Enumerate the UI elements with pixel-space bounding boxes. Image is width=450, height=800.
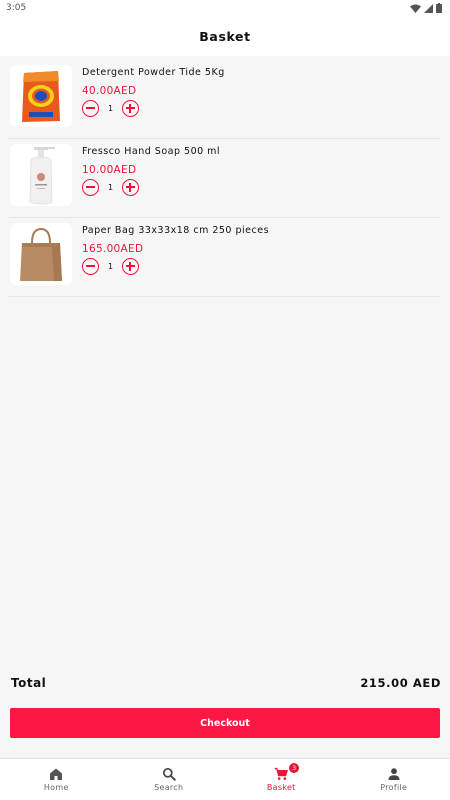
nav-label: Profile bbox=[380, 783, 408, 792]
battery-icon bbox=[436, 3, 442, 13]
increase-quantity-button[interactable] bbox=[122, 258, 139, 275]
decrease-quantity-button[interactable] bbox=[82, 179, 99, 196]
signal-icon bbox=[424, 3, 433, 13]
product-name: Detergent Powder Tide 5Kg bbox=[82, 67, 225, 78]
person-icon bbox=[388, 768, 400, 780]
nav-label: Search bbox=[154, 783, 184, 792]
increase-quantity-button[interactable] bbox=[122, 179, 139, 196]
app-header: Basket bbox=[0, 16, 450, 56]
quantity-value: 1 bbox=[107, 183, 114, 192]
search-icon bbox=[162, 767, 176, 781]
status-time: 3:05 bbox=[6, 3, 27, 13]
cart-icon bbox=[275, 767, 289, 780]
cart-item[interactable]: Fressco Hand Soap 500 ml 10.00AED 1 bbox=[8, 139, 440, 218]
cart-item[interactable]: Detergent Powder Tide 5Kg 40.00AED 1 bbox=[8, 60, 440, 139]
quantity-stepper: 1 bbox=[82, 258, 269, 275]
home-icon bbox=[50, 768, 63, 780]
increase-quantity-button[interactable] bbox=[122, 100, 139, 117]
checkout-button[interactable]: Checkout bbox=[10, 708, 440, 738]
decrease-quantity-button[interactable] bbox=[82, 100, 99, 117]
nav-search[interactable]: Search bbox=[113, 759, 226, 800]
status-bar: 3:05 bbox=[0, 0, 450, 16]
detergent-box-icon bbox=[22, 71, 60, 122]
paper-bag-icon bbox=[20, 227, 62, 281]
product-image bbox=[10, 65, 72, 127]
product-name: Fressco Hand Soap 500 ml bbox=[82, 146, 221, 157]
nav-label: Basket bbox=[266, 783, 296, 792]
soap-bottle-icon bbox=[29, 147, 55, 205]
bottom-nav: Home Search 3 Basket Profile bbox=[0, 758, 450, 800]
product-price: 40.00AED bbox=[82, 85, 137, 97]
total-row: Total 215.00 AED bbox=[11, 676, 441, 690]
product-image bbox=[10, 223, 72, 285]
quantity-stepper: 1 bbox=[82, 179, 220, 196]
nav-basket[interactable]: 3 Basket bbox=[225, 759, 338, 800]
total-label: Total bbox=[11, 676, 47, 690]
cart-count-badge: 3 bbox=[289, 763, 300, 773]
product-image bbox=[10, 144, 72, 206]
product-price: 165.00AED bbox=[82, 243, 144, 255]
quantity-value: 1 bbox=[107, 262, 114, 271]
quantity-stepper: 1 bbox=[82, 100, 225, 117]
status-icons bbox=[410, 3, 442, 13]
cart-list: Detergent Powder Tide 5Kg 40.00AED 1 Fre… bbox=[8, 60, 440, 297]
page-title: Basket bbox=[199, 28, 251, 44]
decrease-quantity-button[interactable] bbox=[82, 258, 99, 275]
total-value: 215.00 AED bbox=[360, 676, 441, 690]
nav-profile[interactable]: Profile bbox=[338, 759, 450, 800]
nav-home[interactable]: Home bbox=[0, 759, 113, 800]
product-name: Paper Bag 33x33x18 cm 250 pieces bbox=[82, 225, 270, 236]
wifi-icon bbox=[410, 4, 421, 13]
nav-label: Home bbox=[43, 783, 69, 792]
cart-item[interactable]: Paper Bag 33x33x18 cm 250 pieces 165.00A… bbox=[8, 218, 440, 297]
product-price: 10.00AED bbox=[82, 164, 137, 176]
quantity-value: 1 bbox=[107, 104, 114, 113]
